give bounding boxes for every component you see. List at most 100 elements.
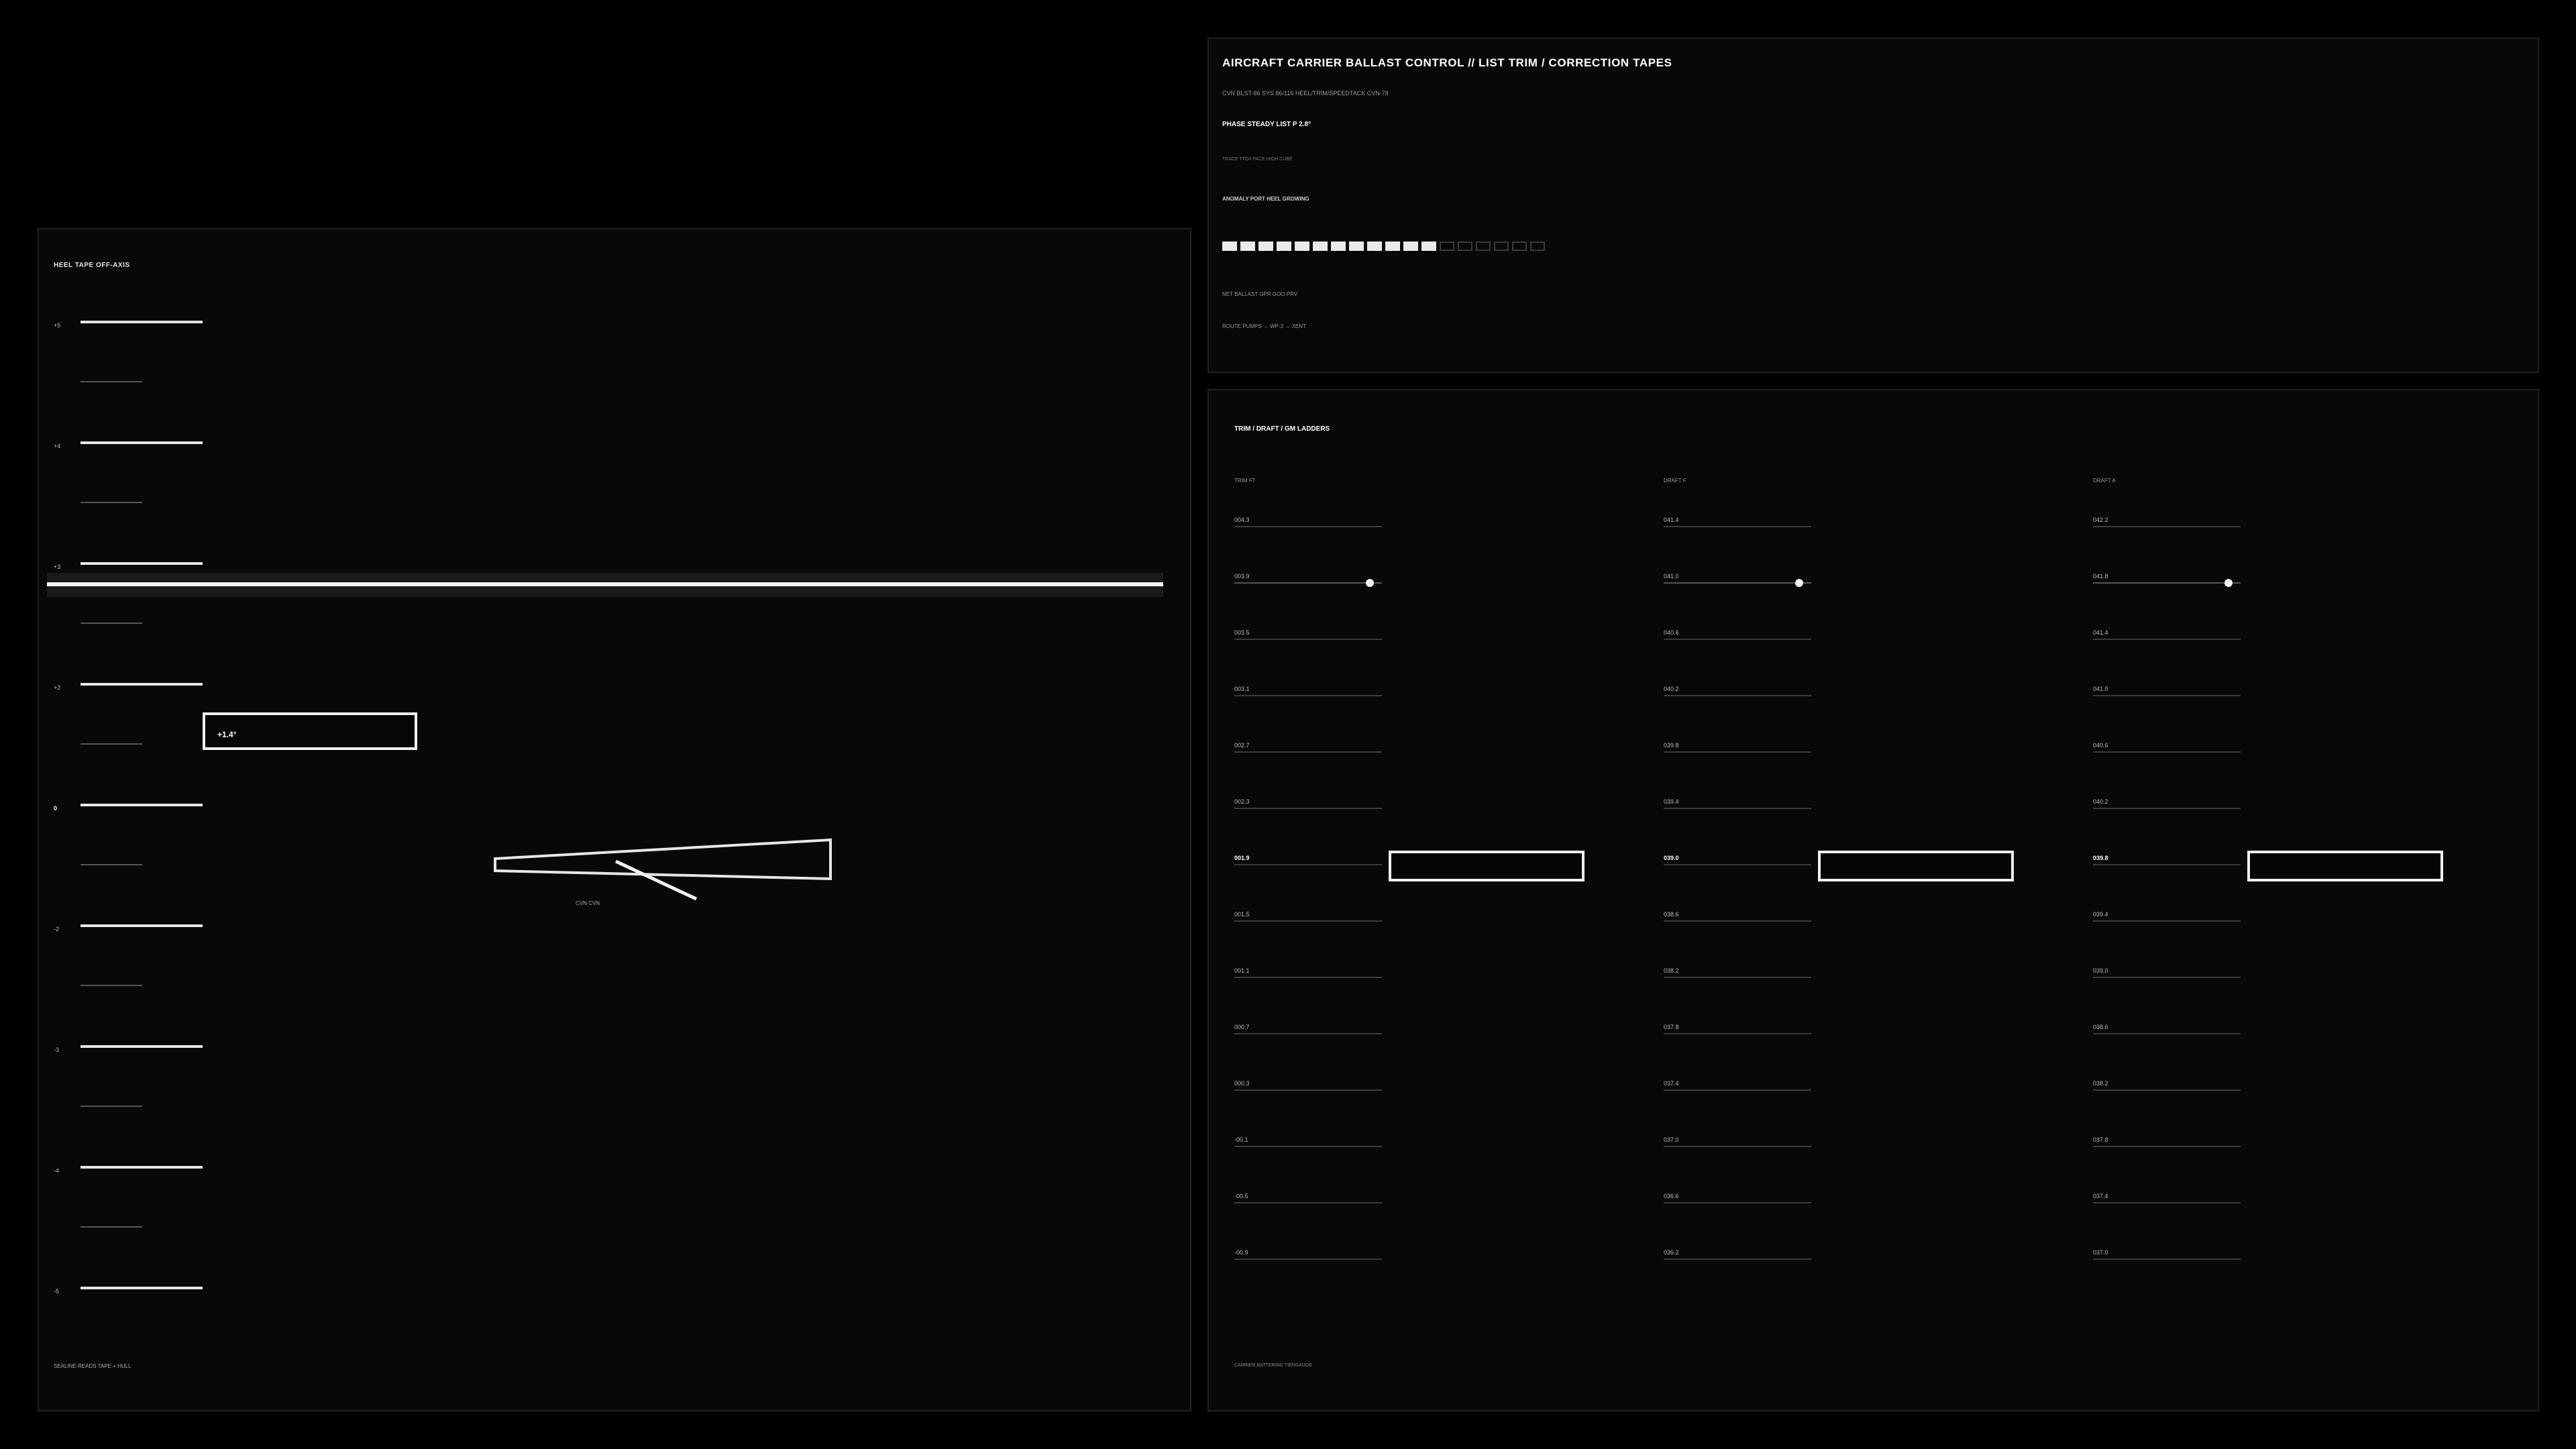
ladder-row-line bbox=[1234, 751, 1382, 753]
tape-minor-tick bbox=[80, 623, 142, 624]
tape-minor-tick bbox=[80, 743, 142, 745]
ladder-row-line bbox=[2093, 920, 2241, 922]
ladder-row-line bbox=[1664, 695, 1811, 696]
heel-tape-title: HEEL TAPE OFF-AXIS bbox=[54, 262, 130, 269]
tape-tick-label: -5 bbox=[54, 1288, 60, 1295]
ladder-row-line bbox=[1664, 639, 1811, 640]
ladder-row-value: 040.6 bbox=[1664, 629, 1679, 636]
ladder-row-line bbox=[2093, 695, 2241, 696]
tape-major-tick bbox=[80, 1287, 203, 1289]
ladder-slider-knob[interactable] bbox=[2224, 579, 2233, 587]
segment-empty bbox=[1512, 241, 1527, 251]
ladder-row-value: 040.6 bbox=[2093, 742, 2108, 749]
ladder-row-value: 039.0 bbox=[2093, 967, 2108, 974]
ladder-row-value: 037.0 bbox=[2093, 1249, 2108, 1256]
ladder-row-line bbox=[2093, 1146, 2241, 1147]
ladder-row-line bbox=[1234, 920, 1382, 922]
ladder-row-value: 000.3 bbox=[1234, 1080, 1250, 1087]
hull-label: CVN CVN bbox=[576, 900, 600, 906]
ladder-row-value: 038.6 bbox=[2093, 1024, 2108, 1030]
ladder-current-value: 001.9 bbox=[1234, 855, 1250, 861]
ladder-row-line bbox=[2093, 751, 2241, 753]
tape-major-tick bbox=[80, 924, 203, 927]
trim-draft-ladders-panel: TRIM / DRAFT / GM LADDERS TRIM FT 004.3 00… bbox=[1208, 389, 2539, 1411]
tape-major-tick bbox=[80, 321, 203, 323]
heel-tape-footer: SEALINE READS TAPE + HULL bbox=[54, 1363, 131, 1369]
tape-tick-label: +2 bbox=[54, 684, 61, 691]
waterline-indicator bbox=[47, 582, 1163, 586]
tape-tick-label: -2 bbox=[54, 926, 60, 932]
tape-minor-tick bbox=[80, 1226, 142, 1228]
segment-empty bbox=[1494, 241, 1509, 251]
ladder-row-value: 004.3 bbox=[1234, 517, 1250, 523]
ladder-row-value: 038.2 bbox=[2093, 1080, 2108, 1087]
ladder-row-line bbox=[1664, 920, 1811, 922]
ladder-slider-knob[interactable] bbox=[1795, 579, 1804, 587]
system-id-line: CVN BLST-86 SYS 86/116 HEEL/TRIM/SPEEDTA… bbox=[1222, 90, 1389, 97]
segment-filled bbox=[1258, 241, 1273, 251]
ladder-row-line bbox=[1234, 1146, 1382, 1147]
ladder-row-line bbox=[1664, 1089, 1811, 1091]
ladder-row-value: 036.2 bbox=[1664, 1249, 1679, 1256]
ladder-row-value: 037.0 bbox=[1664, 1136, 1679, 1143]
tape-tick-label: +4 bbox=[54, 443, 61, 449]
tape-minor-tick bbox=[80, 864, 142, 865]
ladder-column-header: DRAFT F bbox=[1664, 478, 1686, 484]
ladder-row-line bbox=[1234, 1089, 1382, 1091]
net-ballast-line: NET BALLAST GPR GOO PRV bbox=[1222, 291, 1298, 297]
ladder-slider-track[interactable] bbox=[1234, 582, 1382, 584]
ladder-current-box[interactable] bbox=[2247, 851, 2443, 881]
ladder-row-value: -00.9 bbox=[1234, 1249, 1248, 1256]
ladder-slider-track[interactable] bbox=[2093, 582, 2241, 584]
ladder-slider-track[interactable] bbox=[1664, 582, 1811, 584]
segment-filled bbox=[1349, 241, 1364, 251]
tape-tick-label: -4 bbox=[54, 1167, 60, 1174]
ladder-current-box[interactable] bbox=[1389, 851, 1585, 881]
ladder-row-line bbox=[2093, 1089, 2241, 1091]
ladder-row-line bbox=[2093, 526, 2241, 527]
ladder-row-line bbox=[1234, 977, 1382, 978]
tape-tick-label: -3 bbox=[54, 1046, 60, 1053]
ladder-slider-knob[interactable] bbox=[1366, 579, 1375, 587]
ladder-column-header: TRIM FT bbox=[1234, 478, 1256, 484]
ladder-row-value: 041.4 bbox=[1664, 517, 1679, 523]
ladder-row-value: 041.0 bbox=[1664, 573, 1679, 580]
tape-major-tick bbox=[80, 562, 203, 565]
tape-major-tick bbox=[80, 804, 203, 806]
ladder-row-value: 001.1 bbox=[1234, 967, 1250, 974]
ladder-row-line bbox=[2093, 1258, 2241, 1260]
heel-tape-panel: HEEL TAPE OFF-AXIS +5 +4 +3 +2 0 -2 -3 -4 -5 +1.… bbox=[38, 228, 1191, 1411]
segment-filled bbox=[1222, 241, 1237, 251]
ladder-row-line bbox=[1664, 751, 1811, 753]
ladder-row-line bbox=[1664, 1033, 1811, 1034]
tape-major-tick bbox=[80, 441, 203, 444]
heel-readout-box: +1.4° bbox=[203, 712, 417, 750]
ladder-row-line bbox=[1664, 977, 1811, 978]
anomaly-alert: ANOMALY PORT HEEL GROWING bbox=[1222, 196, 1309, 202]
segment-empty bbox=[1458, 241, 1472, 251]
segment-filled bbox=[1385, 241, 1400, 251]
ladder-current-value: 039.0 bbox=[1664, 855, 1679, 861]
ladder-row-value: 041.0 bbox=[2093, 686, 2108, 692]
ladder-row-value: -00.1 bbox=[1234, 1136, 1248, 1143]
ladder-current-box[interactable] bbox=[1818, 851, 2014, 881]
ladder-current-value: 039.8 bbox=[2093, 855, 2108, 861]
tape-minor-tick bbox=[80, 502, 142, 503]
segment-filled bbox=[1367, 241, 1382, 251]
tape-minor-tick bbox=[80, 1106, 142, 1107]
pump-route-line: ROUTE PUMPS → WP-3 → XENT bbox=[1222, 323, 1306, 329]
tape-major-tick bbox=[80, 1045, 203, 1048]
heel-trend-segment-bar bbox=[1222, 241, 1545, 251]
ballast-status-panel: AIRCRAFT CARRIER BALLAST CONTROL // LIST… bbox=[1208, 38, 2539, 373]
hull-profile-graphic bbox=[494, 838, 832, 901]
ladder-row-value: 040.2 bbox=[1664, 686, 1679, 692]
ladder-row-line bbox=[2093, 1202, 2241, 1203]
ladder-row-line bbox=[1234, 808, 1382, 809]
ladder-row-line bbox=[1234, 1258, 1382, 1260]
ladder-row-value: 042.2 bbox=[2093, 517, 2108, 523]
ladder-row-line bbox=[1234, 864, 1382, 865]
ladder-row-value: 003.9 bbox=[1234, 573, 1250, 580]
ladder-row-line bbox=[1234, 526, 1382, 527]
ladder-row-value: 037.4 bbox=[1664, 1080, 1679, 1087]
tape-minor-tick bbox=[80, 381, 142, 382]
